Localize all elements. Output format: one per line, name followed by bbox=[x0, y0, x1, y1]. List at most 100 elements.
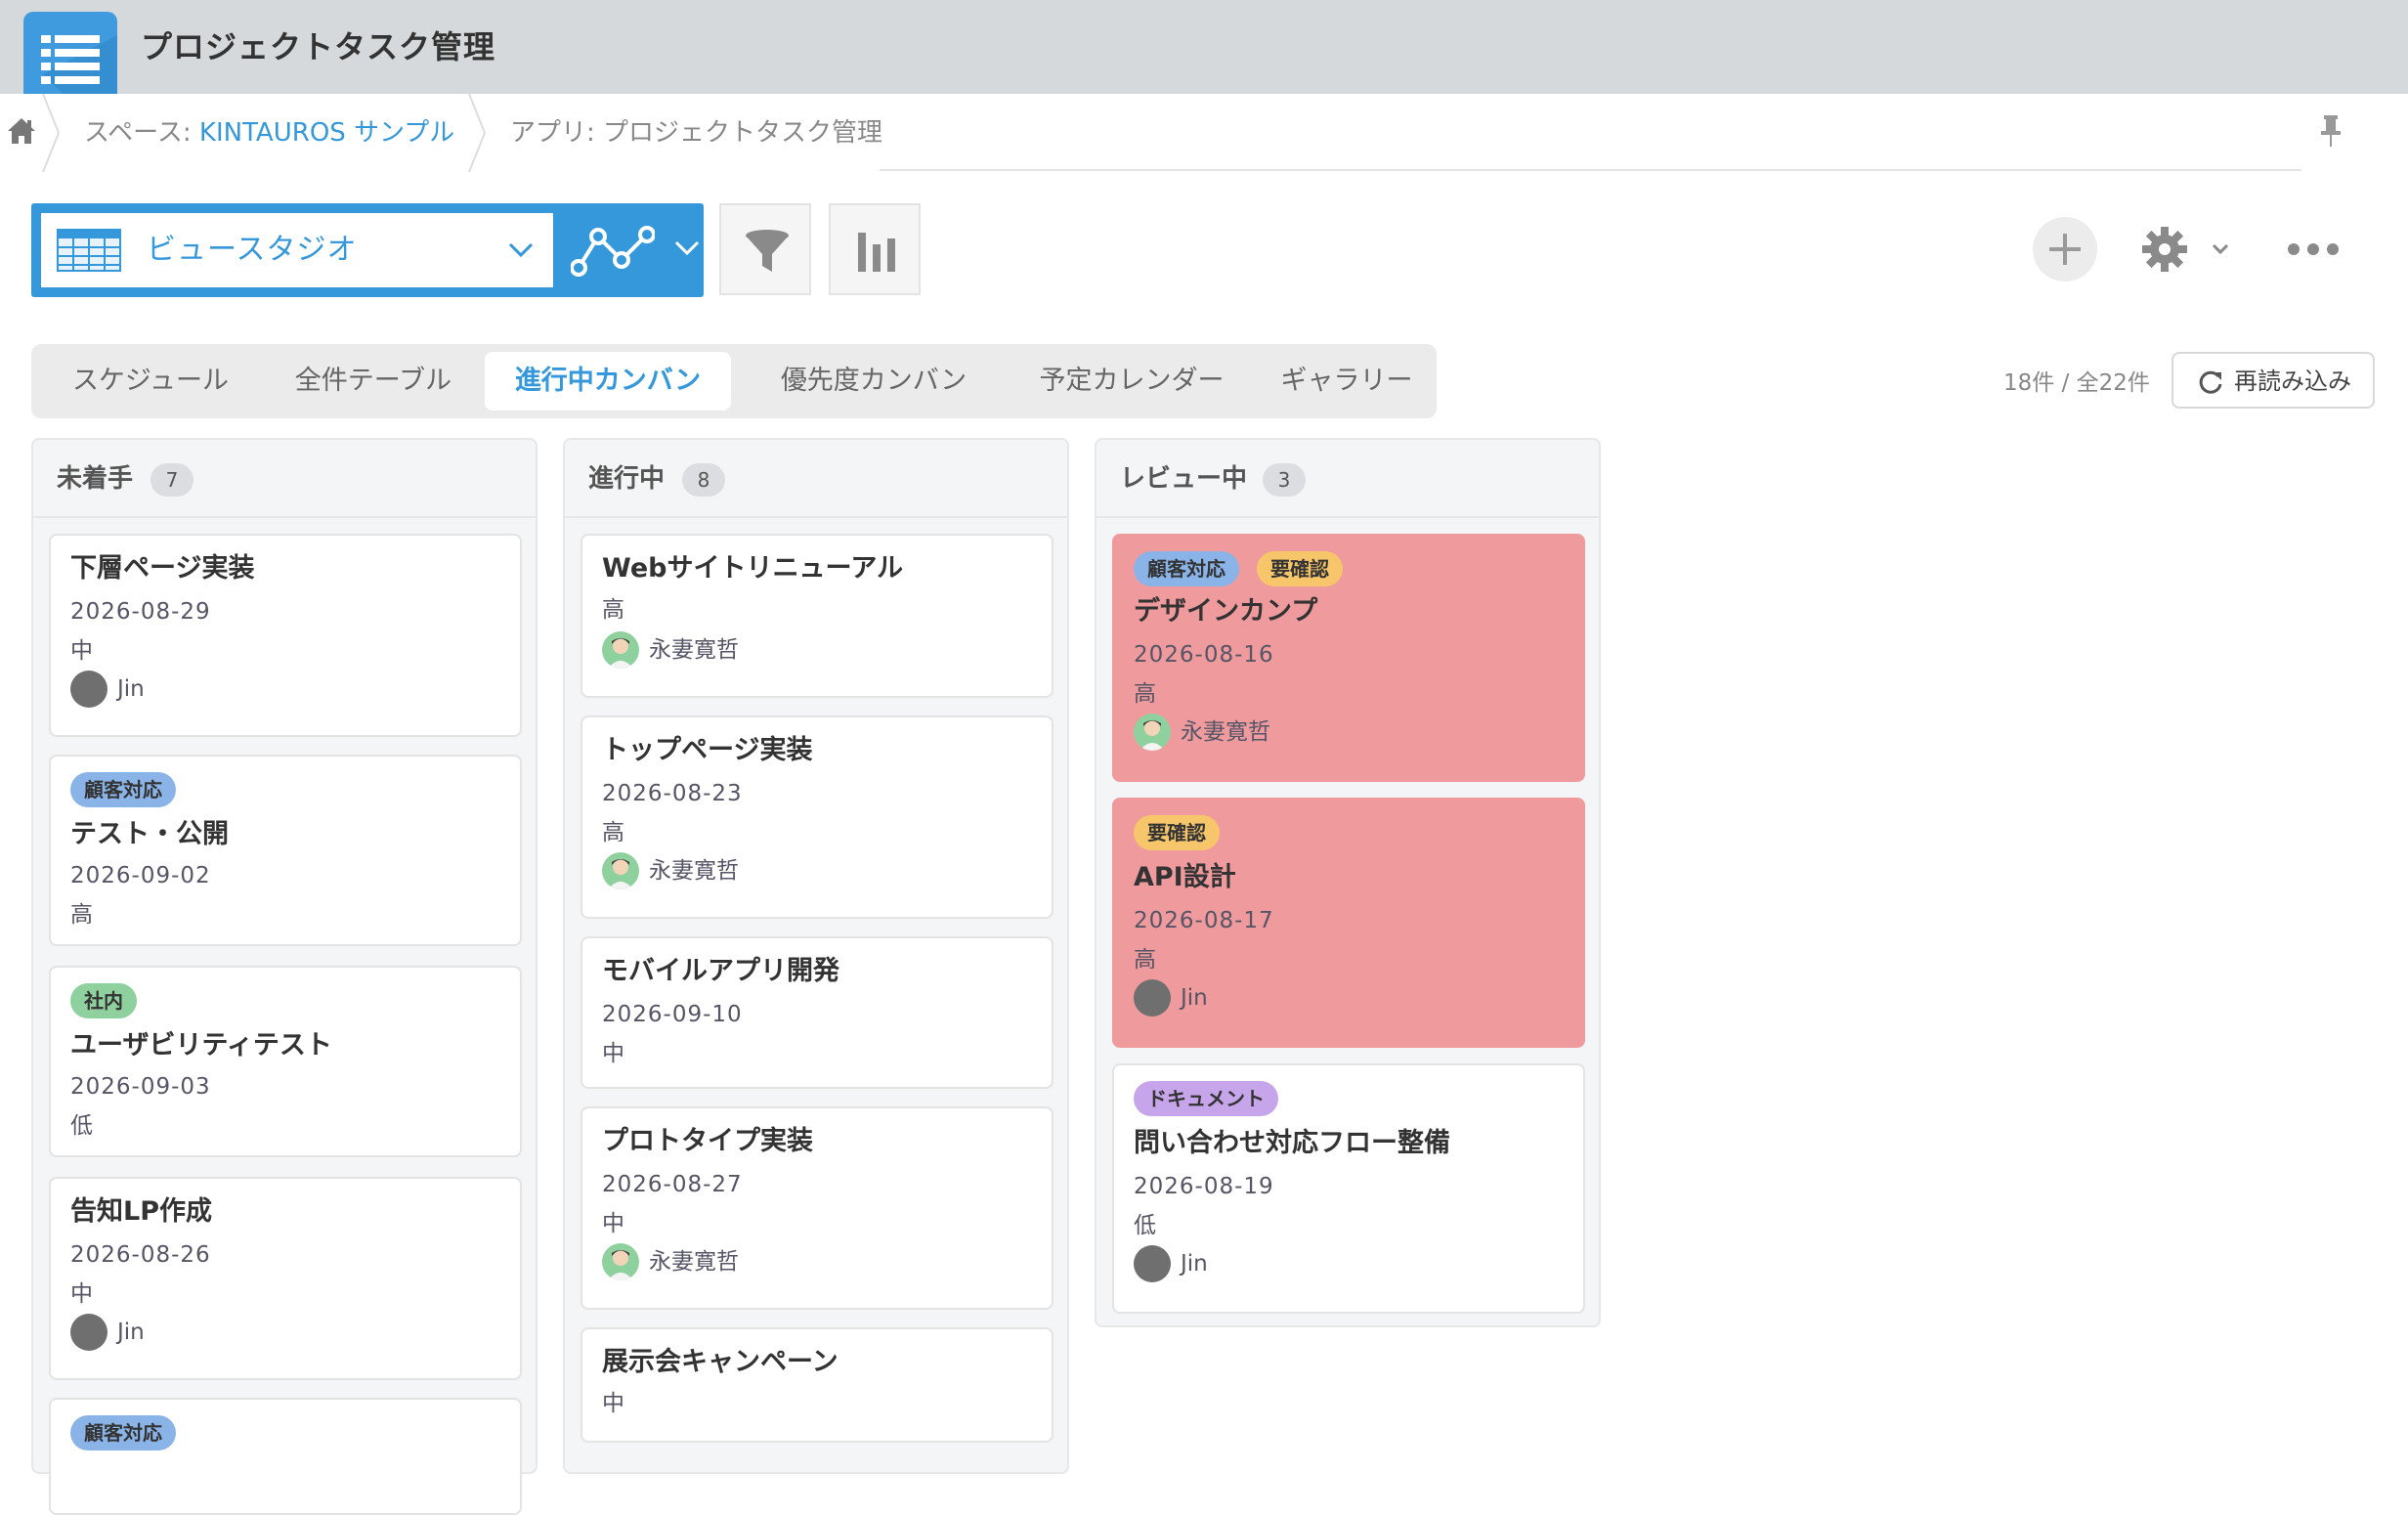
task-card[interactable]: ドキュメント 問い合わせ対応フロー整備 2026-08-19 低 Jin bbox=[1112, 1063, 1585, 1314]
card-title: 下層ページ実装 bbox=[70, 553, 255, 584]
task-card[interactable]: プロトタイプ実装 2026-08-27 中 永妻寛哲 bbox=[580, 1106, 1054, 1310]
card-priority: 低 bbox=[1134, 1213, 1156, 1238]
app-header: プロジェクトタスク管理 bbox=[0, 0, 2408, 94]
assignee-name: Jin bbox=[117, 676, 145, 702]
card-priority: 高 bbox=[1134, 947, 1156, 973]
table-icon bbox=[57, 229, 121, 272]
column-count-badge: 8 bbox=[682, 463, 725, 497]
tag-badge: 顧客対応 bbox=[70, 1415, 176, 1450]
avatar bbox=[1134, 979, 1171, 1017]
card-priority: 中 bbox=[602, 1041, 624, 1066]
assignee-name: 永妻寛哲 bbox=[649, 858, 739, 884]
card-title: デザインカンプ bbox=[1134, 596, 1318, 627]
task-card[interactable]: 展示会キャンペーン 中 bbox=[580, 1327, 1054, 1443]
task-card[interactable]: 下層ページ実装 2026-08-29 中 Jin bbox=[49, 534, 522, 737]
app-list-icon[interactable] bbox=[23, 12, 117, 94]
card-priority: 高 bbox=[602, 597, 624, 623]
task-card[interactable]: Webサイトリニューアル 高 永妻寛哲 bbox=[580, 534, 1054, 698]
task-card[interactable]: 顧客対応 要確認 デザインカンプ 2026-08-16 高 永妻寛哲 bbox=[1112, 534, 1585, 782]
refresh-icon bbox=[2199, 370, 2222, 394]
card-date: 2026-09-10 bbox=[602, 1002, 743, 1027]
chart-button[interactable] bbox=[829, 203, 921, 295]
assignee-name: Jin bbox=[1181, 985, 1208, 1011]
chevron-down-icon bbox=[508, 242, 534, 258]
card-title: API設計 bbox=[1134, 862, 1236, 892]
column-title: レビュー中 bbox=[1120, 464, 1248, 494]
avatar bbox=[602, 852, 639, 889]
column-title: 未着手 bbox=[57, 464, 134, 494]
breadcrumb-divider bbox=[880, 169, 2301, 171]
breadcrumb-separator bbox=[42, 94, 61, 172]
card-date: 2026-08-26 bbox=[70, 1242, 211, 1268]
breadcrumb-space[interactable]: スペース: KINTAUROS サンプル bbox=[84, 115, 454, 151]
kanban-column-review: レビュー中 3 顧客対応 要確認 デザインカンプ 2026-08-16 高 永妻… bbox=[1095, 438, 1601, 1327]
task-card[interactable]: 告知LP作成 2026-08-26 中 Jin bbox=[49, 1177, 522, 1380]
home-icon[interactable] bbox=[4, 113, 39, 149]
assignee-name: 永妻寛哲 bbox=[1181, 719, 1270, 745]
card-title: テスト・公開 bbox=[70, 819, 229, 849]
card-date: 2026-08-17 bbox=[1134, 908, 1274, 933]
task-card[interactable]: 顧客対応 bbox=[49, 1398, 522, 1515]
column-header: 進行中 8 bbox=[565, 440, 1067, 518]
tag-badge: 顧客対応 bbox=[70, 772, 176, 807]
chevron-down-icon[interactable] bbox=[672, 238, 702, 258]
task-card[interactable]: トップページ実装 2026-08-23 高 永妻寛哲 bbox=[580, 715, 1054, 919]
record-count: 18件 / 全22件 bbox=[2003, 370, 2150, 396]
gear-icon[interactable] bbox=[2140, 225, 2189, 274]
pin-icon[interactable] bbox=[2316, 113, 2345, 149]
card-title: Webサイトリニューアル bbox=[602, 553, 904, 584]
avatar bbox=[70, 671, 108, 708]
card-title: プロトタイプ実装 bbox=[602, 1126, 813, 1156]
card-date: 2026-08-16 bbox=[1134, 642, 1274, 668]
bar-chart-icon bbox=[858, 233, 895, 272]
view-select-label: ビュースタジオ bbox=[147, 233, 358, 267]
card-date: 2026-08-23 bbox=[602, 781, 743, 806]
card-date: 2026-08-27 bbox=[602, 1172, 743, 1197]
task-card[interactable]: 要確認 API設計 2026-08-17 高 Jin bbox=[1112, 798, 1585, 1048]
column-count-badge: 3 bbox=[1263, 463, 1306, 497]
column-header: 未着手 7 bbox=[33, 440, 536, 518]
column-count-badge: 7 bbox=[150, 463, 194, 497]
card-title: トップページ実装 bbox=[602, 735, 813, 765]
breadcrumb-space-link[interactable]: KINTAUROS サンプル bbox=[199, 118, 454, 148]
tag-badge: 要確認 bbox=[1257, 551, 1343, 586]
tab-schedule-calendar[interactable]: 予定カレンダー bbox=[1007, 352, 1257, 411]
column-title: 進行中 bbox=[588, 464, 666, 494]
card-date: 2026-08-19 bbox=[1134, 1174, 1274, 1199]
view-selector: ビュースタジオ bbox=[31, 203, 704, 297]
tab-in-progress-kanban[interactable]: 進行中カンバン bbox=[485, 352, 731, 411]
kanban-column-not-started: 未着手 7 下層ページ実装 2026-08-29 中 Jin 顧客対応 テスト・… bbox=[31, 438, 538, 1515]
tab-schedule[interactable]: スケジュール bbox=[47, 352, 254, 411]
graph-icon[interactable] bbox=[571, 225, 655, 278]
tab-gallery[interactable]: ギャラリー bbox=[1265, 352, 1429, 411]
tag-badge: 社内 bbox=[70, 983, 137, 1018]
avatar bbox=[602, 1243, 639, 1280]
card-date: 2026-09-02 bbox=[70, 863, 211, 888]
assignee-name: Jin bbox=[117, 1320, 145, 1345]
tab-priority-kanban[interactable]: 優先度カンバン bbox=[749, 352, 999, 411]
breadcrumb: スペース: KINTAUROS サンプル アプリ: プロジェクトタスク管理 bbox=[0, 94, 2408, 172]
task-card[interactable]: 社内 ユーザビリティテスト 2026-09-03 低 bbox=[49, 966, 522, 1157]
kanban-column-in-progress: 進行中 8 Webサイトリニューアル 高 永妻寛哲 トップページ実装 2026-… bbox=[563, 438, 1069, 1474]
more-icon[interactable] bbox=[2287, 240, 2340, 258]
reload-button[interactable]: 再読み込み bbox=[2172, 352, 2375, 409]
card-priority: 中 bbox=[602, 1211, 624, 1236]
card-title: ユーザビリティテスト bbox=[70, 1030, 332, 1060]
card-title: モバイルアプリ開発 bbox=[602, 956, 839, 986]
view-select-dropdown[interactable]: ビュースタジオ bbox=[41, 213, 553, 287]
add-record-button[interactable] bbox=[2033, 217, 2097, 281]
card-priority: 高 bbox=[602, 820, 624, 845]
tab-all-table[interactable]: 全件テーブル bbox=[270, 352, 477, 411]
chevron-down-icon[interactable] bbox=[2211, 242, 2230, 256]
breadcrumb-app[interactable]: アプリ: プロジェクトタスク管理 bbox=[510, 115, 882, 151]
card-priority: 高 bbox=[70, 902, 93, 928]
filter-button[interactable] bbox=[719, 203, 811, 295]
task-card[interactable]: モバイルアプリ開発 2026-09-10 中 bbox=[580, 936, 1054, 1089]
filter-icon bbox=[746, 230, 789, 272]
column-header: レビュー中 3 bbox=[1096, 440, 1599, 518]
breadcrumb-space-prefix: スペース: bbox=[84, 118, 199, 148]
card-priority: 低 bbox=[70, 1113, 93, 1139]
task-card[interactable]: 顧客対応 テスト・公開 2026-09-02 高 bbox=[49, 755, 522, 946]
card-title: 展示会キャンペーン bbox=[602, 1347, 838, 1377]
tag-badge: 要確認 bbox=[1134, 815, 1220, 850]
